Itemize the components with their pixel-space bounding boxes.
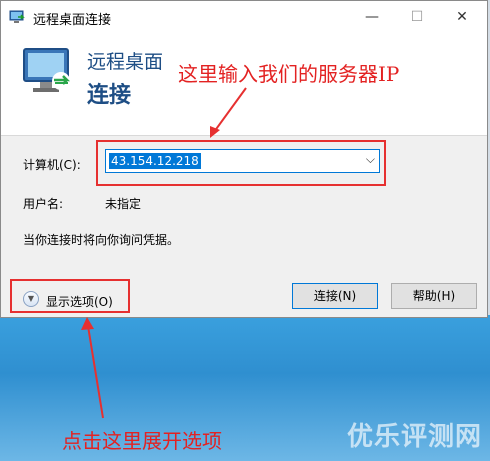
annotation-arrows (81, 87, 247, 419)
watermark: 优乐评测网 (346, 422, 482, 452)
